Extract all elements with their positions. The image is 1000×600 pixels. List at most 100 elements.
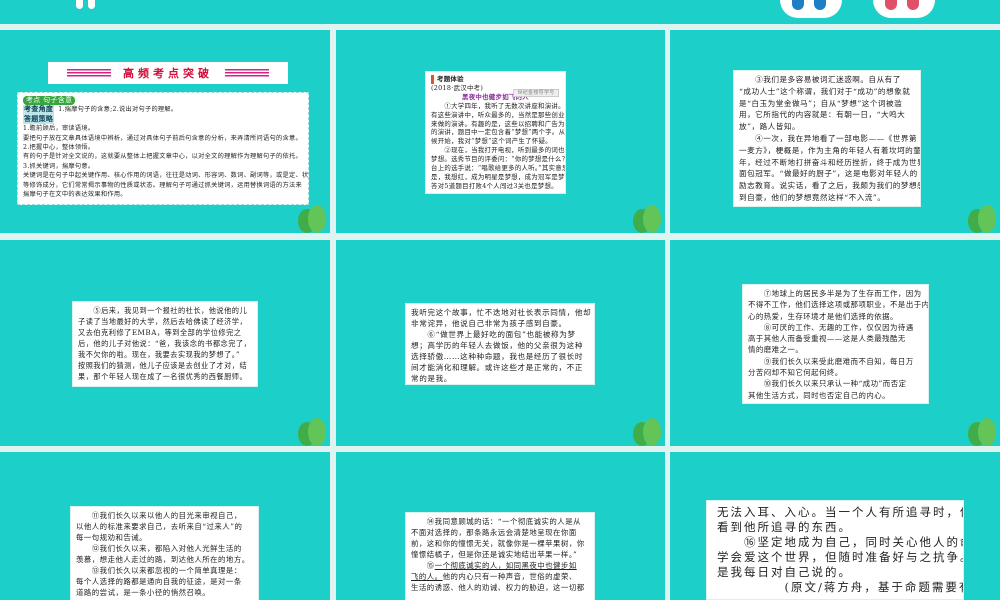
text-line: 等修饰成分，它们常常揭示事物的性质或状态。理解句子可通过抓关键词，运用替换词语的… xyxy=(23,181,302,189)
text-line: ⑬我们长久以来都忽视的一个简单真理是： xyxy=(76,566,242,575)
text-line: 每一句规劝和告诫。 xyxy=(76,533,148,542)
text-line: ⑨我们长久以来受此磨难而不自知，每日万 xyxy=(748,356,914,366)
text-line: 以他人的标准来要求自己，去听来自“过来人”的 xyxy=(76,522,243,531)
tree-icon xyxy=(625,203,665,233)
text-line: 有的句子是针对全文说的，这就要从整体上把握文章中心，以对全文的理解作为理解句子的… xyxy=(23,153,302,161)
underlined-sentence: 飞的人。 xyxy=(411,572,443,581)
text-line: 一麦方》，梗概是，作为主角的年轻人有着坎坷的童 xyxy=(739,145,921,155)
text-line: 果，那个年轻人现在成了一名很优秀的西餐厨师。 xyxy=(78,372,248,381)
top-banner xyxy=(0,0,1000,24)
header-title: 高频考点突破 xyxy=(123,67,213,80)
slide-thumbnail-3[interactable]: ③我们是多容易被词汇迷惑啊。自从有了 “成功人士”这个称谓，我们对于“成功”的想… xyxy=(670,30,1000,233)
text-line: 前，这和你的憧憬无关，就像你是一棵苹果树，你 xyxy=(411,539,585,548)
topic-tag: 考点 句子含意 xyxy=(23,96,76,106)
slide-thumbnail-6[interactable]: ⑦地球上的居民多半是为了生存而工作，因为 不得不工作，他们选择这项或那项职业，不… xyxy=(670,240,1000,446)
text-line: ⑤后来，我见到一个报社的社长，他说他的儿 xyxy=(78,306,248,315)
text-line: ⑭我同意顾城的话：“一个彻底诚实的人是从 xyxy=(411,517,581,526)
text-line: “成功人士”这个称谓，我们对于“成功”的想象就 xyxy=(739,86,911,96)
content-box: ⑦地球上的居民多半是为了生存而工作，因为 不得不工作，他们选择这项或那项职业，不… xyxy=(742,284,929,404)
text-line: ⑦地球上的居民多半是为了生存而工作，因为 xyxy=(748,289,922,298)
content-box: 无法入耳、入心。当一个人有所追寻时，他只会 看到他所追寻的东西。 ⑯坚定地成为自… xyxy=(706,500,964,600)
slide-thumbnail-9[interactable]: 无法入耳、入心。当一个人有所追寻时，他只会 看到他所追寻的东西。 ⑯坚定地成为自… xyxy=(670,452,1000,600)
text-line: ②现在，当我打开电视，听到最多的词也是 xyxy=(431,146,566,155)
strategy-label: 答题策略 xyxy=(23,114,55,125)
text-line: ①大学四年，我听了无数次讲座和演讲。在所 xyxy=(431,101,566,110)
text-line: 到自豪，他们的梦想竟然这样“不入流”。 xyxy=(739,192,886,202)
text-line: 3.抓关键词，揣摩句意。 xyxy=(23,162,95,170)
text-line: 放”，路人皆知。 xyxy=(739,122,801,132)
text-line: ⑪我们长久以来以他人的目光来审视自己， xyxy=(76,511,242,520)
text-line: 子读了当地最好的大学，然后去哈佛读了经济学， xyxy=(78,317,248,326)
underlined-sentence: 一个彻底诚实的人，如同黑夜中也健步如 xyxy=(434,561,577,570)
text-line: 我听完这个故事，忙不迭地对社长表示同情，他却 xyxy=(411,308,592,317)
text-line: 心的热爱，生存环境才是他们选择的依据。 xyxy=(748,311,898,321)
angle-text: 1.揣摩句子的含意;2.说出对句子的理解。 xyxy=(58,106,178,114)
text-line: 我不欠你的啦。现在，我要去实现我的梦想了。” xyxy=(78,350,241,359)
text-line: ⑯坚定地成为自己，同时关心他人的命运。 xyxy=(743,535,963,549)
text-line: 常的是我。 xyxy=(411,374,452,383)
text-line: 面包冠军。“做最好的厨子”，这是电影对年轻人的 xyxy=(739,169,918,179)
tree-icon xyxy=(960,416,1000,446)
tree-icon xyxy=(290,203,330,233)
paragraph-number: ⑮ xyxy=(411,561,435,570)
text-line: 想；高学历的年轻人去做饭，他的父亲很为这种 xyxy=(411,341,584,350)
slide-thumbnail-5[interactable]: 我听完这个故事，忙不迭地对社长表示同情，他却 非常诧异，他说自己非常为孩子感到自… xyxy=(336,240,665,446)
text-line: 非常诧异，他说自己非常为孩子感到自豪。 xyxy=(411,319,567,328)
text-line: 道路的尝试，是一条小径的悄然召唤。 xyxy=(76,588,211,597)
text-line: 年，经过不断地打拼奋斗和经历挫折，终于成为世界 xyxy=(739,157,921,167)
text-line: 选择骄傲……这种种命题，我也是经历了很长时 xyxy=(411,352,584,361)
text-line: 情的磨难之一。 xyxy=(748,345,804,355)
text-line: 不面对选择的，那条路永远会清楚地呈现在你面 xyxy=(411,528,577,537)
content-box: ⑭我同意顾城的话：“一个彻底诚实的人是从 不面对选择的，那条路永远会清楚地呈现在… xyxy=(405,512,595,600)
text-line: 1.瞻前顾后，审读语境。 xyxy=(23,125,95,133)
text-line: 他的内心只有一种声音，世俗的虚荣、 xyxy=(442,572,577,581)
text-line: 间才能消化和理解。或许这些才是正常的，不正 xyxy=(411,363,584,372)
tree-icon xyxy=(625,416,665,446)
text-line: 2.把握中心，整体领悟。 xyxy=(23,144,95,152)
tree-icon xyxy=(960,203,1000,233)
content-box: 考点 句子含意 考查角度 1.揣摩句子的含意;2.说出对句子的理解。 答题策略 1… xyxy=(17,92,309,205)
cartoon-eyes-decoration xyxy=(873,0,935,18)
source-attribution: (原文/蒋方舟，基于命题需要有改动) xyxy=(784,580,963,594)
slide-thumbnail-1[interactable]: 高频考点突破 考点 句子含意 考查角度 1.揣摩句子的含意;2.说出对句子的理解。… xyxy=(0,30,330,233)
text-line: 有这些演讲中，听众最多的，当然是那些创业成功者 xyxy=(431,110,565,119)
text-line: 无法入耳、入心。当一个人有所追寻时，他只会 xyxy=(717,505,963,519)
text-line: 羡慕，想走他人走过的路，到达他人所在的地方。 xyxy=(76,555,250,564)
text-line: 揣摩句子在文中的表达效果和作用。 xyxy=(23,191,127,199)
slide-thumbnail-2[interactable]: 考题体验 (2018·武汉中考) 世纪金榜导学号 黑夜中也健步如飞的人 ①大学四… xyxy=(336,30,665,233)
text-line: 按照我们的猜测，他儿子应该是去创业了才对，结 xyxy=(78,361,248,370)
text-line: 后，他的儿子对他说：“爸，我该念的书都念完了， xyxy=(78,339,252,348)
text-line: 的演讲，题目中一定包含着“梦想”两个字。从那时 xyxy=(431,128,566,137)
guide-number-button[interactable]: 世纪金榜导学号 xyxy=(513,89,559,97)
slide-thumbnail-8[interactable]: ⑭我同意顾城的话：“一个彻底诚实的人是从 不面对选择的，那条路永远会清楚地呈现在… xyxy=(336,452,665,600)
text-line: 关键词是在句子中起关键作用、核心作用的词语，往往是动词、形容词、数词、副词等，或… xyxy=(23,172,309,180)
text-line: 生活的诱惑、他人的劝诫、权力的胁迫，这一切都 xyxy=(411,583,585,592)
bunny-ears-decoration xyxy=(72,0,100,10)
text-line: 又去伯克利修了EMBA，等到全部的学位修完之 xyxy=(78,328,242,337)
content-box: ⑪我们长久以来以他人的目光来审视自己， 以他人的标准来要求自己，去听来自“过来人… xyxy=(70,506,259,600)
text-line: ⑥“做世界上最好吃的面包”也能被称为梦 xyxy=(411,330,576,339)
text-line: 学会爱这个世界，但随时准备好与之抗争。这就 xyxy=(717,550,963,564)
text-line: 用，它所指代的内容就是：有朝一日，“大鸣大 xyxy=(739,110,906,120)
text-line: 看到他所追寻的东西。 xyxy=(717,520,852,534)
text-line: 高于其他人而备受重视——这是人类最残酷无 xyxy=(748,334,906,344)
text-line: 是我每日对自己说的。 xyxy=(717,565,852,579)
text-line: 台上的选手说：“唱歌给更多的人听。”其实意思 xyxy=(431,164,566,173)
text-line: ④一次，我在异地看了一部电影——《世界第 xyxy=(739,133,918,143)
text-line: ⑫我们长久以来，都陷入对他人光鲜生活的 xyxy=(76,544,242,553)
slide-thumbnail-4[interactable]: ⑤后来，我见到一个报社的社长，他说他的儿 子读了当地最好的大学，然后去哈佛读了经… xyxy=(0,240,330,446)
text-line: 候开始，我对“梦想”这个词产生了怀疑。 xyxy=(431,137,552,146)
text-line: 每个人选择的路都是通向自我的征途，是对一条 xyxy=(76,577,242,586)
text-line: ⑩我们长久以来只承认一种“成功”而否定 xyxy=(748,379,907,389)
text-line: 不得不工作，他们选择这项或那项职业，不是出于内 xyxy=(748,300,929,310)
content-box: ③我们是多容易被词汇迷惑啊。自从有了 “成功人士”这个称谓，我们对于“成功”的想… xyxy=(733,70,921,207)
text-line: ③我们是多容易被词汇迷惑啊。自从有了 xyxy=(739,75,901,84)
text-line: ⑧可厌的工作、无趣的工作，仅仅因为待遇 xyxy=(748,322,914,332)
slide-thumbnail-7[interactable]: ⑪我们长久以来以他人的目光来审视自己， 以他人的标准来要求自己，去听来自“过来人… xyxy=(0,452,330,600)
text-line: 要把句子放在文章具体语境中辨析，通过对具体句子前后句含意的分析，来弄清所问语句的… xyxy=(23,134,302,142)
text-line: 分苦闷却不知它何起何终。 xyxy=(748,368,843,378)
text-line: 其他生活方式，同时也否定自己的内心。 xyxy=(748,390,891,400)
text-line: 答对5道题目打败4个人闯过3关也是梦想。 xyxy=(431,181,558,190)
text-line: 憧憬结橘子，但是你还是诚实地结出苹果一样。” xyxy=(411,550,578,559)
exam-label: 考题体验 xyxy=(431,75,560,84)
